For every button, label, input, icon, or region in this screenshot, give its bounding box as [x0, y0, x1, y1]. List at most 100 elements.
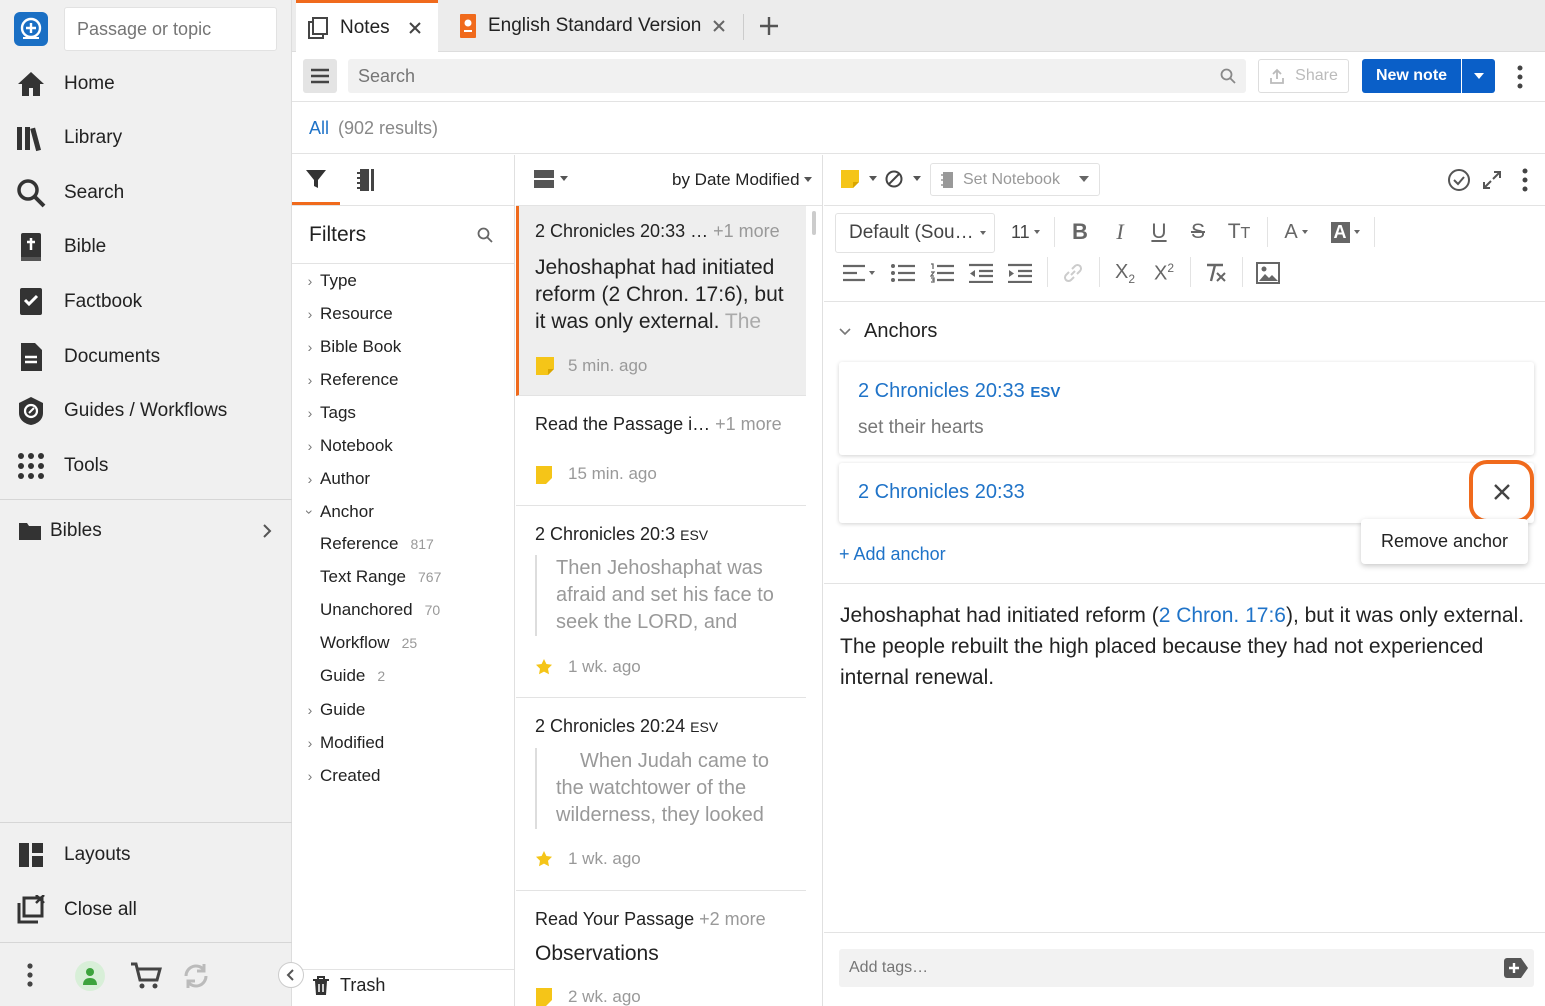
user-avatar-icon[interactable] — [75, 961, 105, 991]
filter-anchor[interactable]: › Anchor — [292, 497, 374, 527]
passage-search-input[interactable] — [64, 7, 277, 51]
notes-search-input[interactable] — [348, 59, 1208, 93]
view-mode-button[interactable] — [534, 169, 568, 189]
anchor-card[interactable]: 2 Chronicles 20:33 ESV set their hearts — [839, 362, 1534, 455]
note-body-reference-link[interactable]: 2 Chron. 17:6 — [1159, 604, 1286, 627]
indent-button[interactable] — [1007, 260, 1033, 286]
note-item[interactable]: 2 Chronicles 20:24 ESV When Judah came t… — [516, 698, 806, 891]
underline-button[interactable]: U — [1146, 219, 1172, 245]
nav-bible[interactable]: Bible — [0, 221, 292, 273]
filter-search-icon[interactable] — [477, 227, 493, 243]
font-color-icon: A — [1284, 220, 1298, 243]
sort-dropdown[interactable]: by Date Modified — [672, 170, 812, 190]
tags-field[interactable] — [839, 949, 1534, 987]
nav-library[interactable]: Library — [0, 112, 292, 164]
share-button[interactable]: Share — [1258, 59, 1349, 93]
filter-created[interactable]: › Created — [292, 761, 381, 791]
more-options-icon[interactable] — [1513, 64, 1527, 90]
superscript-button[interactable]: X2 — [1151, 260, 1177, 286]
clear-formatting-button[interactable] — [1203, 260, 1229, 286]
no-highlight-button[interactable] — [885, 170, 921, 188]
trash-button[interactable]: Trash — [312, 975, 385, 996]
nav-tools[interactable]: Tools — [0, 440, 292, 492]
remove-anchor-button[interactable] — [1469, 460, 1534, 523]
set-notebook-dropdown[interactable]: Set Notebook — [930, 163, 1100, 196]
note-item[interactable]: Read Your Passage +2 more Observations 2… — [516, 891, 806, 1006]
font-family-dropdown[interactable]: Default (Sou… — [835, 213, 995, 253]
expand-icon[interactable] — [1482, 170, 1502, 190]
bold-button[interactable]: B — [1067, 219, 1093, 245]
align-button[interactable] — [841, 260, 877, 286]
font-size-dropdown[interactable]: 11 — [1011, 222, 1040, 243]
filter-sub-count: 2 — [377, 668, 386, 684]
tags-input[interactable] — [839, 949, 1479, 987]
filter-anchor-workflow[interactable]: Workflow 25 — [320, 628, 417, 658]
add-tag-icon[interactable] — [1504, 958, 1528, 978]
nav-documents[interactable]: Documents — [0, 331, 292, 383]
editor-more-icon[interactable] — [1518, 167, 1532, 193]
highlight-color-button[interactable]: A — [1325, 219, 1365, 245]
text-size-button[interactable]: TT — [1222, 219, 1256, 245]
anchor-reference-link[interactable]: 2 Chronicles 20:33 — [858, 481, 1025, 504]
bulleted-list-button[interactable] — [890, 260, 916, 286]
nav-search[interactable]: Search — [0, 167, 292, 219]
notes-search-box[interactable] — [348, 59, 1246, 93]
new-note-dropdown-button[interactable] — [1462, 59, 1495, 93]
nav-close-all[interactable]: Close all — [0, 884, 292, 936]
filter-guide[interactable]: › Guide — [292, 695, 366, 725]
anchor-card[interactable]: 2 Chronicles 20:33 — [839, 460, 1534, 523]
note-item-selected[interactable]: 2 Chronicles 20:33 … +1 more Jehoshaphat… — [516, 206, 806, 396]
filter-notebook[interactable]: › Notebook — [292, 431, 393, 461]
tab-notes[interactable]: Notes — [296, 0, 438, 52]
nav-layouts[interactable]: Layouts — [0, 829, 292, 881]
filter-tab[interactable] — [292, 155, 340, 205]
filter-anchor-reference[interactable]: Reference 817 — [320, 529, 434, 559]
nav-guides[interactable]: Guides / Workflows — [0, 385, 292, 437]
bibles-folder[interactable]: Bibles — [0, 510, 292, 552]
note-item[interactable]: 2 Chronicles 20:3 ESV Then Jehoshaphat w… — [516, 506, 806, 698]
strikethrough-button[interactable]: S — [1185, 219, 1211, 245]
subscript-button[interactable]: X2 — [1112, 260, 1138, 286]
insert-image-button[interactable] — [1255, 260, 1281, 286]
filter-anchor-unanchored[interactable]: Unanchored 70 — [320, 595, 440, 625]
numbered-list-button[interactable] — [929, 260, 955, 286]
filter-all-link[interactable]: All — [309, 118, 329, 139]
search-icon — [16, 178, 46, 208]
outdent-button[interactable] — [968, 260, 994, 286]
italic-button[interactable]: I — [1107, 219, 1133, 245]
filter-anchor-guide[interactable]: Guide 2 — [320, 661, 385, 691]
check-circle-icon[interactable] — [1447, 168, 1471, 192]
hamburger-menu-icon[interactable] — [303, 59, 337, 93]
editor-divider — [824, 932, 1545, 933]
close-tab-icon[interactable] — [408, 21, 422, 35]
close-tab-icon[interactable] — [712, 19, 726, 33]
filter-author[interactable]: › Author — [292, 464, 370, 494]
collapse-sidebar-button[interactable] — [278, 962, 304, 988]
anchor-reference-link[interactable]: 2 Chronicles 20:33 ESV — [858, 380, 1060, 403]
filter-modified[interactable]: › Modified — [292, 728, 385, 758]
nav-home[interactable]: Home — [0, 58, 292, 110]
nav-factbook[interactable]: Factbook — [0, 276, 292, 328]
new-note-button[interactable]: New note — [1362, 59, 1461, 93]
anchors-section-toggle[interactable]: Anchors — [839, 320, 937, 343]
more-vertical-icon[interactable] — [22, 962, 38, 988]
filter-resource[interactable]: › Resource — [292, 299, 393, 329]
filter-bible-book[interactable]: › Bible Book — [292, 332, 402, 362]
tab-esv[interactable]: English Standard Version — [452, 0, 742, 52]
note-body[interactable]: Jehoshaphat had initiated reform (2 Chro… — [840, 600, 1535, 693]
note-item[interactable]: Read the Passage i… +1 more 15 min. ago — [516, 396, 806, 506]
link-button[interactable] — [1060, 260, 1086, 286]
filter-anchor-text-range[interactable]: Text Range 767 — [320, 562, 441, 592]
cart-icon[interactable] — [130, 962, 162, 990]
add-anchor-link[interactable]: + Add anchor — [839, 544, 946, 565]
app-logo-icon[interactable] — [14, 12, 48, 46]
filter-type[interactable]: › Type — [292, 266, 357, 296]
add-tab-icon[interactable] — [758, 15, 780, 37]
notebooks-tab[interactable] — [342, 155, 390, 205]
filter-reference[interactable]: › Reference — [292, 365, 399, 395]
note-style-button[interactable] — [841, 170, 877, 188]
filter-tags[interactable]: › Tags — [292, 398, 356, 428]
scrollbar[interactable] — [812, 211, 816, 235]
font-color-button[interactable]: A — [1279, 219, 1313, 245]
sync-icon[interactable] — [180, 960, 212, 992]
